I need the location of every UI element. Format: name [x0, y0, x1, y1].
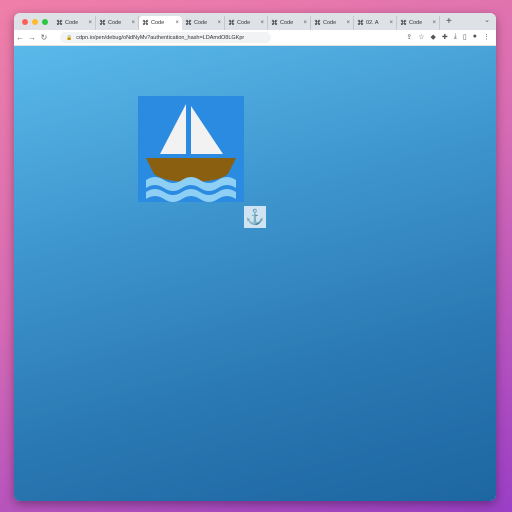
close-tab-icon[interactable]: ×	[131, 20, 135, 26]
close-tab-icon[interactable]: ×	[175, 20, 179, 26]
tab-title: Code	[237, 20, 251, 26]
tab[interactable]: ⌘ 02. A ×	[354, 16, 397, 30]
page-viewport: ⚓	[14, 46, 496, 501]
close-tab-icon[interactable]: ×	[217, 20, 221, 26]
codepen-icon: ⌘	[56, 19, 63, 27]
tab-active[interactable]: ⌘ Code ×	[139, 16, 182, 30]
chevron-down-icon[interactable]: ⌄	[484, 16, 490, 24]
tab-title: Code	[409, 20, 423, 26]
tab-title: 02. A	[366, 20, 379, 26]
close-tab-icon[interactable]: ×	[346, 20, 350, 26]
tab-title: Code	[280, 20, 294, 26]
tab-title: Code	[194, 20, 208, 26]
profile-avatar-icon[interactable]: ●	[473, 33, 477, 41]
tab-title: Code	[323, 20, 337, 26]
codepen-icon: ⌘	[400, 19, 407, 27]
tab[interactable]: ⌘ Code ×	[96, 16, 139, 30]
lock-icon[interactable]: 🔒	[66, 35, 72, 41]
tab-bar: ⌘ Code × ⌘ Code × ⌘ Code × ⌘ Code × ⌘ Co	[14, 13, 496, 30]
window-controls	[14, 13, 53, 30]
close-tab-icon[interactable]: ×	[88, 20, 92, 26]
url-text: cdpn.io/pen/debug/oNdNyMv?authentication…	[76, 34, 245, 41]
close-tab-icon[interactable]: ×	[303, 20, 307, 26]
maximize-window-button[interactable]	[42, 18, 48, 25]
codepen-icon: ⌘	[142, 19, 149, 27]
browser-toolbar: ← → ↻ 🔒 cdpn.io/pen/debug/oNdNyMv?authen…	[14, 30, 496, 46]
close-tab-icon[interactable]: ×	[389, 20, 393, 26]
close-tab-icon[interactable]: ×	[432, 20, 436, 26]
back-icon[interactable]: ←	[14, 33, 26, 42]
close-tab-icon[interactable]: ×	[260, 20, 264, 26]
tab[interactable]: ⌘ Code ×	[182, 16, 225, 30]
tab[interactable]: ⌘ Code ×	[397, 16, 440, 30]
codepen-icon: ⌘	[357, 19, 364, 27]
address-bar[interactable]: 🔒 cdpn.io/pen/debug/oNdNyMv?authenticati…	[60, 32, 271, 43]
tab[interactable]: ⌘ Code ×	[225, 16, 268, 30]
download-icon[interactable]: ⤓	[454, 33, 457, 41]
sailboat-icon	[138, 96, 244, 202]
codepen-icon: ⌘	[228, 19, 235, 27]
anchor-icon: ⚓	[244, 206, 266, 228]
codepen-icon: ⌘	[314, 19, 321, 27]
forward-icon[interactable]: →	[26, 33, 38, 42]
close-window-button[interactable]	[22, 18, 28, 25]
sailboat-drawing	[138, 96, 244, 202]
tab[interactable]: ⌘ Code ×	[268, 16, 311, 30]
tab-title: Code	[108, 20, 122, 26]
browser-window: ⌘ Code × ⌘ Code × ⌘ Code × ⌘ Code × ⌘ Co	[14, 13, 496, 501]
toolbar-icons: ⇪ ☆ ◆ ✚ ⤓ ▯ ● ⋮	[406, 33, 490, 41]
tab-title: Code	[151, 20, 165, 26]
minimize-window-button[interactable]	[32, 18, 38, 25]
share-icon[interactable]: ⇪	[406, 33, 412, 41]
extensions-puzzle-icon[interactable]: ✚	[442, 33, 448, 41]
side-panel-icon[interactable]: ▯	[463, 33, 467, 41]
tab[interactable]: ⌘ Code ×	[53, 16, 96, 30]
codepen-icon: ⌘	[185, 19, 192, 27]
new-tab-button[interactable]: +	[440, 15, 452, 30]
codepen-icon: ⌘	[99, 19, 106, 27]
menu-kebab-icon[interactable]: ⋮	[483, 33, 490, 41]
tab[interactable]: ⌘ Code ×	[311, 16, 354, 30]
extension-icon[interactable]: ◆	[431, 33, 436, 41]
codepen-icon: ⌘	[271, 19, 278, 27]
tab-strip: ⌘ Code × ⌘ Code × ⌘ Code × ⌘ Code × ⌘ Co	[53, 15, 452, 30]
tab-title: Code	[65, 20, 79, 26]
bookmark-star-icon[interactable]: ☆	[418, 33, 424, 41]
reload-icon[interactable]: ↻	[38, 33, 50, 42]
